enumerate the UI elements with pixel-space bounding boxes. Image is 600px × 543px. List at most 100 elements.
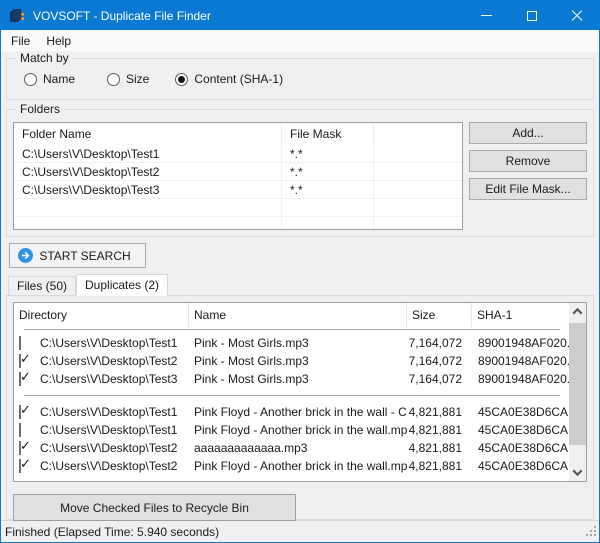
scroll-up-button[interactable] <box>569 303 586 320</box>
row-checkbox[interactable] <box>19 372 21 386</box>
radio-size-icon[interactable] <box>107 73 120 86</box>
folder-row[interactable]: C:\Users\V\Desktop\Test3 *.* <box>14 181 462 199</box>
cell-directory: C:\Users\V\Desktop\Test2 <box>36 354 189 368</box>
row-checkbox[interactable] <box>19 459 21 473</box>
duplicate-row[interactable]: C:\Users\V\Desktop\Test2 Pink Floyd - An… <box>14 457 569 475</box>
menu-file[interactable]: File <box>3 30 38 52</box>
cell-sha1: 45CA0E38D6CA... <box>472 441 569 455</box>
maximize-icon <box>527 11 537 21</box>
cell-sha1: 89001948AF020... <box>472 372 569 386</box>
folders-table-header: Folder Name File Mask <box>14 123 462 145</box>
folder-row-empty <box>14 217 462 230</box>
match-by-group: Match by Name Size Content (SHA-1) <box>6 58 594 100</box>
cell-size: 7,164,072 <box>407 354 472 368</box>
cell-directory: C:\Users\V\Desktop\Test1 <box>36 405 189 419</box>
add-folder-button[interactable]: Add... <box>469 122 587 144</box>
close-icon <box>571 10 583 22</box>
folder-path[interactable]: C:\Users\V\Desktop\Test3 <box>14 181 282 198</box>
move-to-recycle-bin-label: Move Checked Files to Recycle Bin <box>60 501 249 515</box>
cell-size: 4,821,881 <box>407 459 472 473</box>
scrollbar-track[interactable] <box>569 320 586 464</box>
row-checkbox[interactable] <box>19 354 21 368</box>
duplicates-tab-page: Directory Name Size SHA-1 C:\Users\V\Des… <box>6 295 594 520</box>
app-window: VOVSOFT - Duplicate File Finder File Hel… <box>0 0 600 543</box>
column-folder-name[interactable]: Folder Name <box>14 123 282 145</box>
resize-grip-icon[interactable] <box>586 526 597 540</box>
edit-file-mask-button[interactable]: Edit File Mask... <box>469 178 587 200</box>
cell-name: Pink Floyd - Another brick in the wall -… <box>189 405 407 419</box>
maximize-button[interactable] <box>509 1 554 30</box>
duplicate-row[interactable]: C:\Users\V\Desktop\Test3 Pink - Most Gir… <box>14 370 569 388</box>
duplicate-row[interactable]: C:\Users\V\Desktop\Test1 Pink - Most Gir… <box>14 334 569 352</box>
folder-path[interactable]: C:\Users\V\Desktop\Test1 <box>14 145 282 162</box>
folder-spare-cell <box>374 145 462 162</box>
start-search-button[interactable]: START SEARCH <box>9 243 146 268</box>
minimize-icon <box>481 15 492 16</box>
scrollbar-thumb[interactable] <box>569 323 586 445</box>
cell-size: 4,821,881 <box>407 405 472 419</box>
column-sha1[interactable]: SHA-1 <box>472 303 569 327</box>
cell-name: Pink - Most Girls.mp3 <box>189 336 407 350</box>
row-checkbox[interactable] <box>19 423 21 437</box>
cell-sha1: 89001948AF020... <box>472 336 569 350</box>
tab-files[interactable]: Files (50) <box>8 276 76 295</box>
cell-name: Pink Floyd - Another brick in the wall.m… <box>189 459 407 473</box>
folder-spare-cell <box>374 181 462 198</box>
window-title: VOVSOFT - Duplicate File Finder <box>33 9 211 23</box>
duplicates-list[interactable]: Directory Name Size SHA-1 C:\Users\V\Des… <box>13 302 587 482</box>
radio-match-content[interactable]: Content (SHA-1) <box>175 72 283 86</box>
duplicate-row[interactable]: C:\Users\V\Desktop\Test1 Pink Floyd - An… <box>14 421 569 439</box>
folder-row[interactable]: C:\Users\V\Desktop\Test1 *.* <box>14 145 462 163</box>
cell-sha1: 45CA0E38D6CA... <box>472 405 569 419</box>
cell-directory: C:\Users\V\Desktop\Test1 <box>36 423 189 437</box>
radio-match-name[interactable]: Name <box>24 72 75 86</box>
status-text: Finished (Elapsed Time: 5.940 seconds) <box>5 525 219 539</box>
remove-folder-button[interactable]: Remove <box>469 150 587 172</box>
duplicates-header: Directory Name Size SHA-1 <box>14 303 569 327</box>
folder-mask[interactable]: *.* <box>282 181 374 198</box>
cell-sha1: 89001948AF020... <box>472 354 569 368</box>
folder-mask[interactable]: *.* <box>282 163 374 180</box>
group-separator <box>24 329 560 330</box>
move-to-recycle-bin-button[interactable]: Move Checked Files to Recycle Bin <box>13 494 296 521</box>
row-checkbox[interactable] <box>19 441 21 455</box>
cell-directory: C:\Users\V\Desktop\Test3 <box>36 372 189 386</box>
folder-path[interactable]: C:\Users\V\Desktop\Test2 <box>14 163 282 180</box>
folder-row-empty <box>14 199 462 217</box>
column-size[interactable]: Size <box>407 303 472 327</box>
duplicates-list-content: Directory Name Size SHA-1 C:\Users\V\Des… <box>14 303 569 475</box>
duplicate-row[interactable]: C:\Users\V\Desktop\Test1 Pink Floyd - An… <box>14 403 569 421</box>
cell-size: 4,821,881 <box>407 423 472 437</box>
radio-match-size[interactable]: Size <box>107 72 149 86</box>
title-bar: VOVSOFT - Duplicate File Finder <box>1 1 599 30</box>
folders-group: Folders Folder Name File Mask C:\Users\V… <box>6 109 594 237</box>
main-content: Match by Name Size Content (SHA-1) Folde… <box>1 52 599 520</box>
folders-table[interactable]: Folder Name File Mask C:\Users\V\Desktop… <box>13 122 463 230</box>
close-button[interactable] <box>554 1 599 30</box>
menu-help[interactable]: Help <box>38 30 79 52</box>
duplicate-row[interactable]: C:\Users\V\Desktop\Test2 Pink - Most Gir… <box>14 352 569 370</box>
column-directory[interactable]: Directory <box>14 303 189 327</box>
group-separator <box>24 395 560 396</box>
row-checkbox[interactable] <box>19 336 21 350</box>
vertical-scrollbar[interactable] <box>569 303 586 481</box>
column-name[interactable]: Name <box>189 303 407 327</box>
row-checkbox[interactable] <box>19 405 21 419</box>
match-by-label: Match by <box>16 51 73 65</box>
duplicate-row[interactable]: C:\Users\V\Desktop\Test2 aaaaaaaaaaaaa.m… <box>14 439 569 457</box>
column-file-mask[interactable]: File Mask <box>282 123 374 145</box>
folder-spare-cell <box>374 163 462 180</box>
minimize-button[interactable] <box>464 1 509 30</box>
tab-duplicates[interactable]: Duplicates (2) <box>76 274 168 296</box>
folder-mask[interactable]: *.* <box>282 145 374 162</box>
cell-size: 4,821,881 <box>407 441 472 455</box>
start-search-icon <box>18 248 33 263</box>
folder-row[interactable]: C:\Users\V\Desktop\Test2 *.* <box>14 163 462 181</box>
chevron-up-icon <box>573 308 583 318</box>
cell-directory: C:\Users\V\Desktop\Test2 <box>36 459 189 473</box>
scroll-down-button[interactable] <box>569 464 586 481</box>
radio-content-icon[interactable] <box>175 73 188 86</box>
folder-buttons: Add... Remove Edit File Mask... <box>469 122 587 230</box>
radio-name-icon[interactable] <box>24 73 37 86</box>
cell-directory: C:\Users\V\Desktop\Test2 <box>36 441 189 455</box>
